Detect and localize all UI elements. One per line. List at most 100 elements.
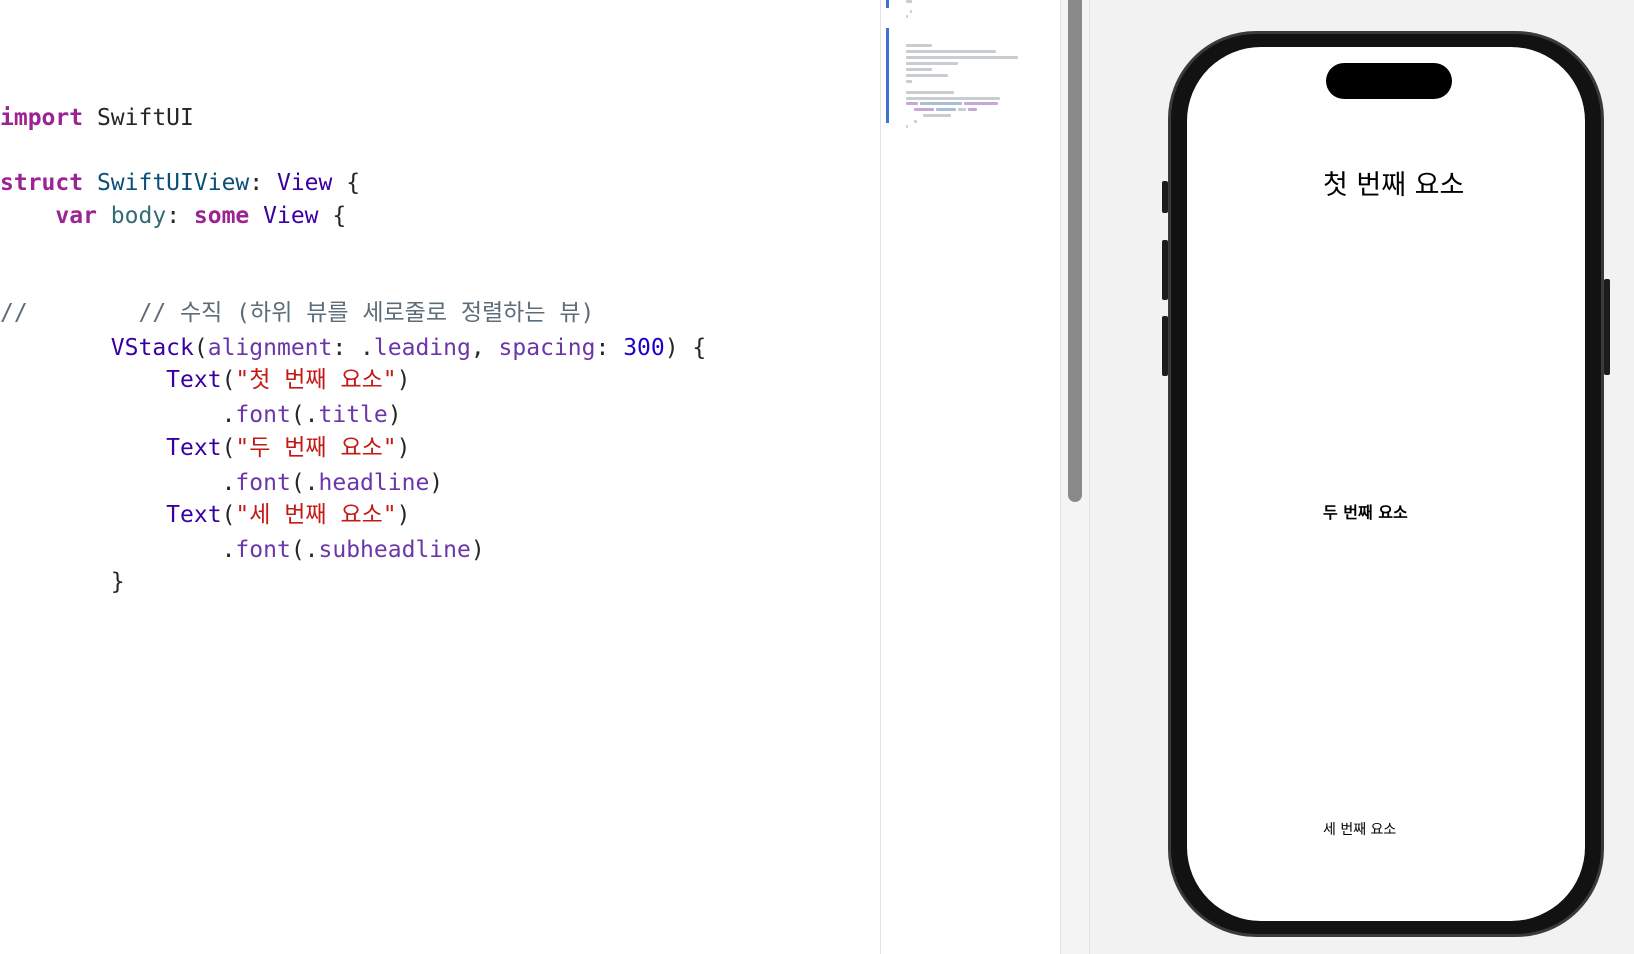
code-line-font-headline[interactable]: .font(.headline) [0,468,444,498]
minimap-line [906,102,918,105]
string-literal: "세 번째 요소" [235,502,397,528]
punctuation: . [221,402,236,428]
punctuation: ) [387,402,402,428]
code-line-font-title[interactable]: .font(.title) [0,400,402,430]
editor-scrollbar[interactable] [1060,0,1090,954]
preview-title-text: 첫 번째 요소 [1323,170,1465,201]
code-line-vstack[interactable]: VStack(alignment: .leading, spacing: 300… [0,333,707,363]
function-name: Text [166,367,222,393]
punctuation: } [110,569,125,595]
punctuation: ) [396,435,411,461]
code-line-close-brace[interactable]: } [0,567,125,597]
punctuation: , [470,335,499,361]
punctuation: (. [290,470,319,496]
phone-power-button [1604,279,1610,375]
code-line-body[interactable]: var body: some View { [0,201,346,231]
minimap-line [910,10,912,13]
minimap-line [906,44,932,47]
minimap-line [906,91,954,94]
code-line-text-1[interactable]: Text("첫 번째 요소") [0,365,410,395]
argument-label: alignment [207,335,333,361]
punctuation: . [221,537,236,563]
punctuation: (. [290,402,319,428]
minimap-line [906,50,996,53]
code-editor[interactable]: import SwiftUI struct SwiftUIView: View … [0,0,880,954]
phone-screen: 첫 번째 요소 두 번째 요소 세 번째 요소 [1187,47,1585,921]
punctuation: . [221,470,236,496]
minimap-line [906,74,948,77]
argument-value: title [318,402,388,428]
type-name: View [249,203,319,229]
iphone-device-frame: 첫 번째 요소 두 번째 요소 세 번째 요소 [1168,31,1604,937]
punctuation: ( [193,335,208,361]
module-name: SwiftUI [83,105,194,131]
punctuation: (. [290,537,319,563]
argument-value: leading [373,335,471,361]
argument-value: subheadline [318,537,471,563]
punctuation: : [249,170,277,196]
keyword: var [55,203,97,229]
modifier-name: font [235,402,291,428]
number-literal: 300 [623,335,665,361]
scrollbar-thumb[interactable] [1068,0,1082,502]
code-line-struct[interactable]: struct SwiftUIView: View { [0,168,360,198]
minimap-line [906,97,1000,100]
minimap-line [906,125,908,128]
punctuation: ) [396,367,411,393]
code-line-comment[interactable]: // // 수직 (하위 뷰를 세로줄로 정렬하는 뷰) [0,298,594,328]
minimap-line [906,62,958,65]
minimap-line [906,0,912,3]
punctuation: : [166,203,194,229]
minimap-line [958,108,966,111]
code-line-import[interactable]: import SwiftUI [0,103,194,133]
function-name: VStack [110,335,194,361]
punctuation: : [595,335,624,361]
string-literal: "두 번째 요소" [235,435,397,461]
code-line-text-2[interactable]: Text("두 번째 요소") [0,433,410,463]
preview-subheadline-text: 세 번째 요소 [1323,822,1397,838]
minimap-line [906,68,932,71]
punctuation: ( [221,367,236,393]
minimap-line [923,114,951,117]
minimap-change-bar [886,28,889,123]
dynamic-island [1326,63,1452,99]
minimap[interactable] [880,0,1061,954]
string-literal: "첫 번째 요소" [235,367,397,393]
argument-value: headline [318,470,430,496]
modifier-name: font [235,537,291,563]
punctuation: { [332,170,361,196]
minimap-change-bar [886,0,889,8]
argument-label: spacing [498,335,596,361]
minimap-line [964,102,998,105]
function-name: Text [166,435,222,461]
punctuation: ( [221,502,236,528]
minimap-line [906,80,912,83]
punctuation: ) [429,470,444,496]
canvas-preview: 첫 번째 요소 두 번째 요소 세 번째 요소 [1090,0,1634,954]
punctuation: ) [396,502,411,528]
keyword: some [193,203,250,229]
minimap-line [968,108,977,111]
modifier-name: font [235,470,291,496]
code-line-text-3[interactable]: Text("세 번째 요소") [0,500,410,530]
code-line-font-subheadline[interactable]: .font(.subheadline) [0,535,485,565]
punctuation: : . [332,335,374,361]
minimap-line [936,108,956,111]
punctuation: ( [221,435,236,461]
preview-headline-text: 두 번째 요소 [1323,503,1408,522]
property-name: body [96,203,167,229]
minimap-line [914,108,934,111]
minimap-line [914,120,917,123]
keyword: struct [0,170,84,196]
punctuation: { [318,203,347,229]
punctuation: ) [470,537,485,563]
type-name: View [276,170,333,196]
